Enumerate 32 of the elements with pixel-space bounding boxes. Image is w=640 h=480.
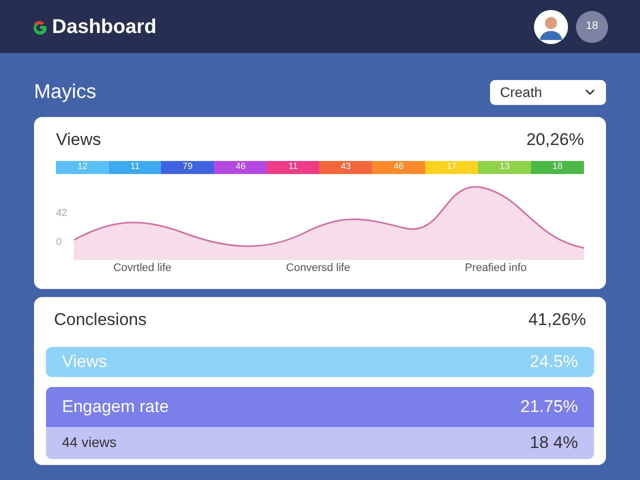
bar-segment: 17 bbox=[425, 160, 478, 174]
card-title: Conclesions bbox=[54, 309, 147, 331]
app-title: Dashboard bbox=[52, 14, 156, 40]
period-dropdown[interactable]: Creath bbox=[490, 80, 606, 104]
axis-label: Conversd life bbox=[286, 260, 350, 276]
bar-segment: 43 bbox=[319, 160, 372, 174]
card-title: Views bbox=[56, 129, 102, 151]
axis-label: 0 bbox=[56, 236, 63, 250]
section-title: Mayics bbox=[34, 80, 96, 105]
chevron-icon bbox=[584, 88, 596, 96]
bar-segment: 46 bbox=[372, 160, 426, 174]
bar-segment: 12 bbox=[56, 160, 109, 174]
avatar-icon[interactable] bbox=[534, 10, 568, 44]
metric-value: 24.5% bbox=[530, 350, 578, 373]
axis-label: 42 bbox=[56, 206, 68, 220]
bar-segment: 11 bbox=[267, 160, 320, 174]
metric-label: Engagem rate bbox=[62, 396, 169, 418]
bar-segment: 18 bbox=[531, 160, 584, 174]
metric-value: 21.75% bbox=[520, 396, 578, 418]
card-value: 20,26% bbox=[526, 129, 584, 151]
bar-segment: 11 bbox=[108, 160, 162, 174]
metric-label: Views bbox=[62, 350, 108, 373]
axis-label: Covrtled life bbox=[113, 260, 172, 276]
notification-badge[interactable]: 18 bbox=[576, 10, 608, 42]
logo-icon bbox=[32, 18, 48, 34]
metric-label: 44 views bbox=[62, 433, 116, 452]
card-value: 41,26% bbox=[528, 309, 586, 331]
bar-segment: 46 bbox=[214, 160, 268, 174]
bar-segment: 79 bbox=[161, 160, 214, 174]
metric-value: 18 4% bbox=[530, 432, 578, 454]
bar-segment: 13 bbox=[478, 160, 532, 174]
axis-label: Preafied info bbox=[464, 260, 527, 276]
